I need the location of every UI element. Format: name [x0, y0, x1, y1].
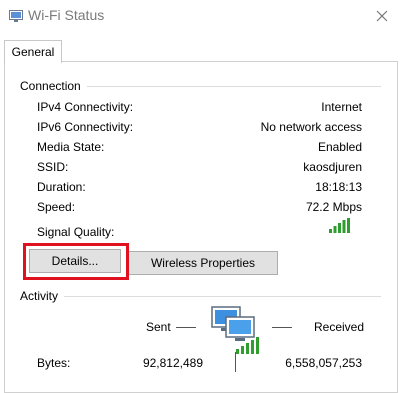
signal-bar-4: [342, 220, 346, 233]
details-button-label: Details...: [51, 254, 99, 268]
activity-divider: [20, 296, 381, 297]
wifi-status-icon: [9, 10, 23, 22]
ipv4-connectivity-label: IPv4 Connectivity:: [37, 100, 134, 114]
sent-line: [176, 327, 196, 328]
signal-bar-3: [338, 223, 341, 233]
ipv6-connectivity-label: IPv6 Connectivity:: [37, 120, 134, 134]
network-computers-icon: [211, 306, 259, 354]
signal-strength-icon: [329, 218, 350, 233]
signal-quality-label: Signal Quality:: [37, 225, 115, 239]
speed-value: 72.2 Mbps: [305, 200, 362, 214]
received-line: [272, 327, 292, 328]
ssid-label: SSID:: [37, 160, 69, 174]
tab-general-label: General: [11, 45, 55, 59]
tab-general[interactable]: General: [4, 40, 62, 63]
bytes-sent-value: 92,812,489: [142, 356, 203, 370]
bytes-received-value: 6,558,057,253: [285, 356, 362, 370]
ipv4-connectivity-value: Internet: [321, 100, 362, 114]
signal-bar-5: [347, 218, 350, 233]
ssid-value: kaosdjuren: [303, 160, 362, 174]
signal-bar-2: [333, 226, 337, 233]
details-button[interactable]: Details...: [29, 249, 121, 273]
signal-bar-1: [329, 229, 332, 233]
window-title: Wi-Fi Status: [28, 7, 105, 23]
media-state-label: Media State:: [37, 140, 105, 154]
received-label: Received: [314, 320, 365, 334]
duration-label: Duration:: [37, 180, 86, 194]
wireless-properties-button[interactable]: Wireless Properties: [128, 251, 278, 275]
activity-vertical-divider: [235, 352, 236, 372]
wireless-properties-button-label: Wireless Properties: [150, 256, 256, 270]
duration-value: 18:18:13: [315, 180, 362, 194]
bytes-label: Bytes:: [37, 356, 71, 370]
speed-label: Speed:: [37, 200, 76, 214]
sent-label: Sent: [146, 320, 171, 334]
activity-heading: Activity: [20, 289, 65, 303]
ipv6-connectivity-value: No network access: [260, 120, 362, 134]
connection-heading: Connection: [20, 79, 87, 93]
tab-strip: General: [0, 30, 400, 63]
title-bar: Wi-Fi Status: [0, 0, 400, 30]
media-state-value: Enabled: [317, 140, 362, 154]
close-button[interactable]: [372, 6, 392, 26]
close-icon: [376, 10, 388, 22]
